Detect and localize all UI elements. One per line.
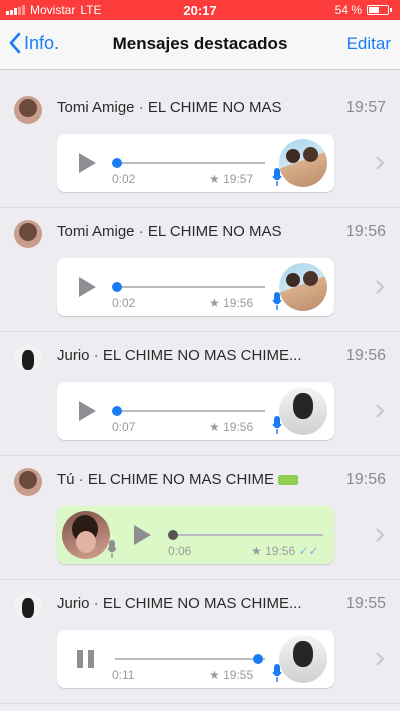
starred-message[interactable]: Jurio · EL CHIME NO MAS CHIME... 19:55 0… bbox=[0, 580, 400, 704]
battery-percent: 54 % bbox=[334, 3, 362, 17]
audio-progress-track[interactable] bbox=[115, 658, 265, 660]
double-check-icon: ✓✓ bbox=[298, 544, 319, 558]
audio-progress-track[interactable] bbox=[115, 286, 265, 288]
chat-name: EL CHIME NO MAS bbox=[147, 223, 282, 240]
chevron-right-icon[interactable] bbox=[374, 280, 386, 294]
voice-message-bubble: 0:02 ★ 19:56 bbox=[57, 258, 334, 316]
contact-photo bbox=[279, 263, 327, 311]
starred-message[interactable]: Jurio · EL CHIME NO MAS CHIME... 19:56 0… bbox=[0, 332, 400, 456]
voice-message-bubble: 0:07 ★ 19:56 bbox=[57, 382, 334, 440]
contact-photo bbox=[279, 139, 327, 187]
audio-duration: 0:11 bbox=[112, 668, 135, 682]
message-stamp: ★ 19:56 ✓✓ bbox=[251, 544, 319, 558]
message-time: 19:57 bbox=[345, 99, 386, 116]
sender-name: Tomi Amige bbox=[57, 99, 135, 116]
audio-progress-track[interactable] bbox=[173, 534, 323, 536]
contact-photo bbox=[279, 387, 327, 435]
message-stamp: ★ 19:55 bbox=[209, 668, 254, 682]
message-stamp: ★ 19:57 bbox=[209, 172, 254, 186]
avatar bbox=[14, 220, 42, 248]
play-button[interactable] bbox=[79, 401, 96, 421]
contact-photo bbox=[62, 511, 110, 559]
message-stamp: ★ 19:56 bbox=[209, 296, 254, 310]
audio-progress-track[interactable] bbox=[115, 410, 265, 412]
sender-name: Tomi Amige bbox=[57, 223, 135, 240]
audio-scrubber[interactable] bbox=[168, 530, 178, 540]
audio-scrubber[interactable] bbox=[112, 158, 122, 168]
audio-progress-track[interactable] bbox=[115, 162, 265, 164]
avatar bbox=[14, 344, 42, 372]
page-title: Mensajes destacados bbox=[112, 34, 288, 53]
status-bar: Movistar LTE 20:17 54 % bbox=[0, 0, 400, 20]
chat-name: EL CHIME NO MAS CHIME... bbox=[102, 595, 302, 612]
sender-name: Tú bbox=[57, 471, 75, 488]
battery-icon bbox=[367, 5, 389, 15]
avatar bbox=[14, 96, 42, 124]
starred-message[interactable]: Tomi Amige · EL CHIME NO MAS 19:56 0:02 … bbox=[0, 208, 400, 332]
edit-button[interactable]: Editar bbox=[347, 34, 391, 54]
chevron-right-icon[interactable] bbox=[374, 652, 386, 666]
message-time: 19:56 bbox=[345, 223, 386, 240]
starred-message[interactable]: Tú · EL CHIME NO MAS CHIME 19:56 0:06 ★ … bbox=[0, 456, 400, 580]
water-gun-emoji-icon bbox=[278, 475, 298, 486]
audio-duration: 0:02 bbox=[112, 296, 136, 310]
sender-name: Jurio bbox=[57, 595, 90, 612]
voice-message-bubble: 0:02 ★ 19:57 bbox=[57, 134, 334, 192]
message-time: 19:56 bbox=[345, 471, 386, 488]
mic-icon bbox=[107, 540, 117, 558]
message-time: 19:56 bbox=[345, 347, 386, 364]
navigation-bar: Info. Mensajes destacados Editar bbox=[0, 20, 400, 70]
audio-scrubber[interactable] bbox=[112, 406, 122, 416]
avatar bbox=[14, 468, 42, 496]
audio-scrubber[interactable] bbox=[112, 282, 122, 292]
play-button[interactable] bbox=[79, 277, 96, 297]
play-button[interactable] bbox=[134, 525, 151, 545]
chat-name: EL CHIME NO MAS bbox=[147, 99, 282, 116]
avatar bbox=[14, 592, 42, 620]
contact-photo bbox=[279, 635, 327, 683]
sender-name: Jurio bbox=[57, 347, 90, 364]
chevron-right-icon[interactable] bbox=[374, 404, 386, 418]
star-icon: ★ bbox=[209, 296, 220, 310]
audio-duration: 0:02 bbox=[112, 172, 136, 186]
voice-message-bubble: 0:06 ★ 19:56 ✓✓ bbox=[57, 506, 334, 564]
message-stamp: ★ 19:56 bbox=[209, 420, 254, 434]
audio-duration: 0:06 bbox=[168, 544, 192, 558]
starred-message[interactable]: Tomi Amige · EL CHIME NO MAS 19:57 0:02 … bbox=[0, 84, 400, 208]
chat-name: EL CHIME NO MAS CHIME... bbox=[102, 347, 302, 364]
message-time: 19:55 bbox=[345, 595, 386, 612]
chevron-right-icon[interactable] bbox=[374, 156, 386, 170]
pause-button[interactable] bbox=[77, 650, 95, 668]
star-icon: ★ bbox=[251, 544, 262, 558]
audio-scrubber[interactable] bbox=[253, 654, 263, 664]
voice-message-bubble: 0:11 ★ 19:55 bbox=[57, 630, 334, 688]
play-button[interactable] bbox=[79, 153, 96, 173]
star-icon: ★ bbox=[209, 420, 220, 434]
chat-name: EL CHIME NO MAS CHIME bbox=[87, 471, 274, 488]
star-icon: ★ bbox=[209, 172, 220, 186]
chevron-right-icon[interactable] bbox=[374, 528, 386, 542]
star-icon: ★ bbox=[209, 668, 220, 682]
audio-duration: 0:07 bbox=[112, 420, 136, 434]
